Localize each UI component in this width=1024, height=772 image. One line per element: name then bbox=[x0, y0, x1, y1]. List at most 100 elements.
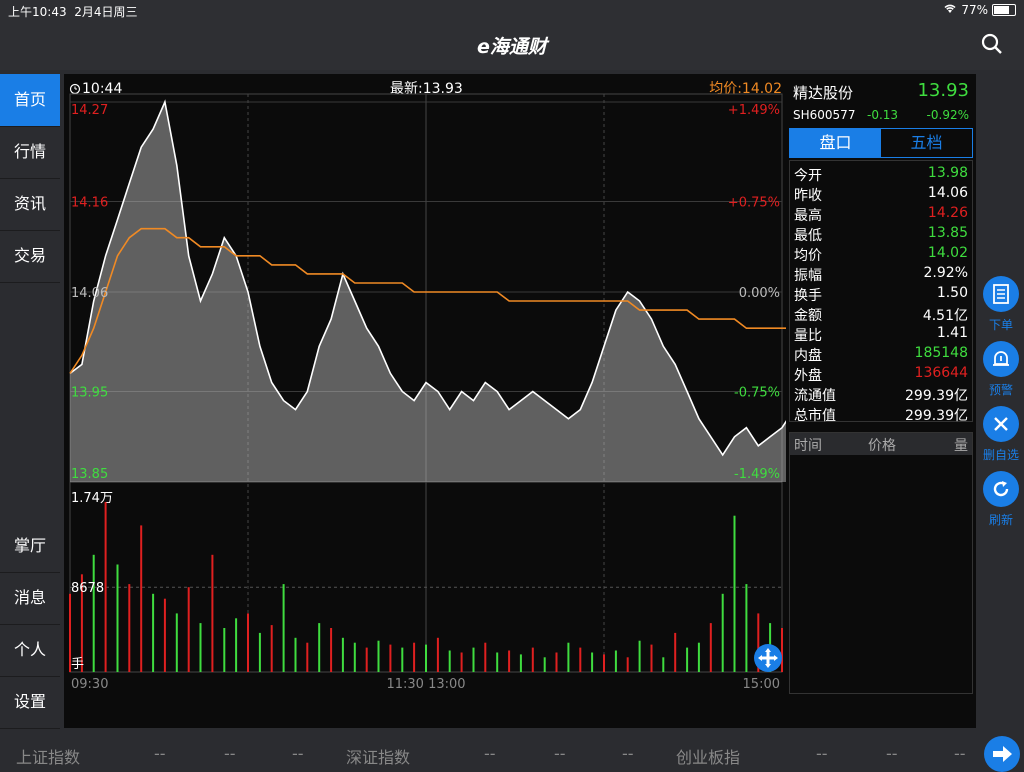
tab-handicap[interactable]: 盘口 bbox=[790, 129, 881, 157]
arrow-right-icon bbox=[993, 746, 1012, 762]
order-label: 下单 bbox=[988, 318, 1013, 332]
stat-row: 换手 1.50 bbox=[794, 285, 968, 305]
pct-tick-label: -1.49% bbox=[734, 467, 780, 482]
stat-row: 内盘 185148 bbox=[794, 345, 968, 365]
sidebar-item-market[interactable]: 行情 bbox=[0, 126, 60, 179]
volume-bar bbox=[543, 657, 546, 672]
volume-unit-label: 手 bbox=[71, 657, 84, 672]
volume-bar bbox=[294, 637, 297, 672]
volume-bar bbox=[531, 647, 534, 672]
volume-bar bbox=[306, 642, 309, 672]
status-time: 上午10:43 2月4日周三 bbox=[8, 5, 138, 19]
volume-bar bbox=[496, 652, 499, 672]
stat-label: 最低 bbox=[794, 228, 822, 244]
volume-bar bbox=[223, 628, 226, 672]
volume-bar bbox=[460, 652, 463, 672]
volume-bar bbox=[353, 642, 356, 672]
status-date: 2月4日周三 bbox=[74, 5, 138, 19]
order-button[interactable]: 下单 bbox=[980, 276, 1022, 333]
volume-bar bbox=[603, 654, 605, 672]
stat-row: 总市值 299.39亿 bbox=[794, 405, 968, 425]
pct-tick-label: 0.00% bbox=[739, 286, 780, 301]
volume-bar bbox=[389, 644, 392, 672]
volume-bar bbox=[175, 613, 178, 672]
volume-bar bbox=[638, 640, 641, 672]
stat-row: 量比 1.41 bbox=[794, 325, 968, 345]
volume-bar bbox=[116, 564, 119, 672]
sidebar-item-settings[interactable]: 设置 bbox=[0, 676, 60, 729]
index-cyb-name: 创业板指 bbox=[676, 748, 741, 767]
stat-row: 金额 4.51亿 bbox=[794, 305, 968, 325]
refresh-icon bbox=[983, 471, 1019, 507]
stat-label: 金额 bbox=[794, 308, 822, 324]
stock-code: SH600577 bbox=[793, 108, 856, 122]
chart-svg: 10:44 最新:13.93 均价:14.02 14.27 +1.49%14.16… bbox=[69, 81, 795, 692]
sidebar-item-messages[interactable]: 消息 bbox=[0, 572, 60, 625]
pct-tick-label: +1.49% bbox=[728, 103, 780, 118]
clock-icon bbox=[69, 83, 81, 95]
stat-value: 14.26 bbox=[927, 205, 968, 221]
stat-row: 均价 14.02 bbox=[794, 245, 968, 265]
refresh-button[interactable]: 刷新 bbox=[980, 471, 1022, 528]
sidebar-item-hall[interactable]: 掌厅 bbox=[0, 520, 60, 573]
volume-mid-label: 8678 bbox=[71, 581, 104, 596]
volume-bar bbox=[436, 637, 439, 672]
status-bar: 上午10:43 2月4日周三 77% bbox=[0, 0, 1024, 20]
volume-bar bbox=[247, 613, 249, 672]
volume-bar bbox=[733, 515, 736, 672]
order-icon bbox=[983, 276, 1019, 312]
volume-bar bbox=[472, 647, 475, 672]
index-sh-value: -- bbox=[154, 744, 166, 763]
nav-bar: e海通财 bbox=[0, 20, 1024, 70]
chart-time: 10:44 bbox=[82, 81, 122, 97]
index-cyb-change: -- bbox=[886, 744, 898, 763]
index-sh-name: 上证指数 bbox=[16, 748, 81, 767]
volume-bar bbox=[579, 647, 582, 672]
remove-watchlist-button[interactable]: 删自选 bbox=[980, 406, 1022, 463]
battery-percent: 77% bbox=[961, 3, 988, 17]
stat-label: 最高 bbox=[794, 208, 822, 224]
stock-change: -0.13 bbox=[867, 108, 899, 122]
alert-button[interactable]: 预警 bbox=[980, 341, 1022, 398]
sidebar-item-news[interactable]: 资讯 bbox=[0, 178, 60, 231]
trades-header: 时间 价格 量 bbox=[790, 433, 972, 455]
time-tick-label: 11:30 13:00 bbox=[386, 677, 465, 692]
trades-list[interactable]: 时间 价格 量 bbox=[789, 432, 973, 694]
right-rail: 下单 预警 删自选 刷新 bbox=[978, 74, 1024, 728]
sidebar-item-trade[interactable]: 交易 bbox=[0, 230, 60, 283]
volume-bar bbox=[591, 652, 594, 672]
volume-bar bbox=[258, 632, 261, 672]
stat-row: 最高 14.26 bbox=[794, 205, 968, 225]
next-index-button[interactable] bbox=[984, 736, 1020, 772]
main-panel: 10:44 最新:13.93 均价:14.02 14.27 +1.49% 14.16… bbox=[64, 74, 976, 728]
trades-header-price: 价格 bbox=[868, 438, 896, 454]
stat-value: 13.98 bbox=[927, 165, 968, 181]
stat-value: 136644 bbox=[914, 365, 968, 381]
stat-row: 振幅 2.92% bbox=[794, 265, 968, 285]
price-tick-label: 14.16 bbox=[71, 196, 108, 211]
index-sh-change: -- bbox=[224, 744, 236, 763]
sidebar-item-home[interactable]: 首页 bbox=[0, 74, 60, 127]
volume-bar bbox=[614, 650, 617, 672]
volume-bar bbox=[140, 525, 143, 672]
index-ticker-bar[interactable]: 上证指数 -- -- -- 深证指数 -- -- -- 创业板指 -- -- -… bbox=[0, 732, 1024, 772]
stat-value: 299.39亿 bbox=[905, 408, 968, 424]
stat-label: 内盘 bbox=[794, 348, 822, 364]
volume-bar bbox=[282, 584, 285, 672]
stock-price: 13.93 bbox=[917, 80, 969, 101]
stat-value: 13.85 bbox=[927, 225, 968, 241]
volume-bar bbox=[721, 593, 724, 672]
sidebar-item-profile[interactable]: 个人 bbox=[0, 624, 60, 677]
volume-bar bbox=[484, 642, 487, 672]
search-icon[interactable] bbox=[980, 32, 1004, 56]
stat-label: 总市值 bbox=[794, 408, 836, 424]
trades-header-volume: 量 bbox=[954, 438, 968, 454]
time-tick-label: 09:30 bbox=[71, 677, 108, 692]
tab-five-levels[interactable]: 五档 bbox=[881, 129, 972, 157]
stat-label: 振幅 bbox=[794, 268, 822, 284]
fullscreen-button[interactable] bbox=[754, 644, 782, 672]
expand-icon bbox=[758, 648, 778, 668]
intraday-chart[interactable]: 10:44 最新:13.93 均价:14.02 14.27 +1.49% 14.16… bbox=[64, 74, 795, 694]
stat-value: 4.51亿 bbox=[922, 308, 968, 324]
stat-value: 185148 bbox=[914, 345, 968, 361]
